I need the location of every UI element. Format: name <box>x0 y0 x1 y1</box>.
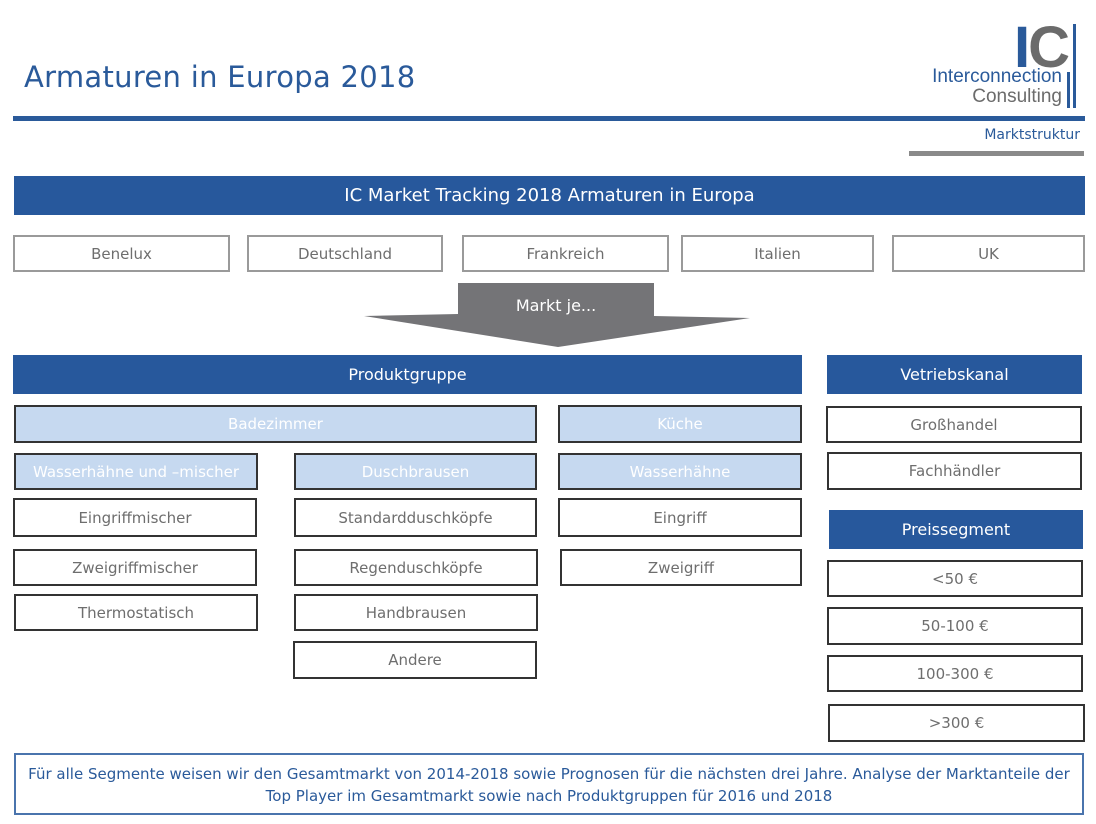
footer-note: Für alle Segmente weisen wir den Gesamtm… <box>14 753 1084 815</box>
page-title: Armaturen in Europa 2018 <box>24 60 416 94</box>
logo-bar <box>1067 72 1070 108</box>
vertriebskanal-header: Vetriebskanal <box>827 355 1082 394</box>
item-andere: Andere <box>293 641 537 679</box>
item-handbrausen: Handbrausen <box>294 594 538 631</box>
region-benelux: Benelux <box>13 235 230 272</box>
logo-text-line1: Interconnection <box>932 66 1062 87</box>
arrow-label: Markt je... <box>515 296 597 315</box>
price-under-50: <50 € <box>827 560 1083 597</box>
region-deutschland: Deutschland <box>247 235 443 272</box>
section-divider <box>909 151 1084 156</box>
item-thermostatisch: Thermostatisch <box>14 594 258 631</box>
arrow-shape <box>364 283 750 347</box>
price-100-300: 100-300 € <box>827 655 1083 692</box>
item-standardduschkoepfe: Standardduschköpfe <box>294 498 537 537</box>
region-uk: UK <box>892 235 1085 272</box>
category-badezimmer: Badezimmer <box>14 405 537 443</box>
item-zweigriff: Zweigriff <box>560 549 802 586</box>
subcategory-wasserhaehne-mischer: Wasserhähne und –mischer <box>14 453 258 490</box>
item-eingriff: Eingriff <box>558 498 802 537</box>
company-logo: IC Interconnection Consulting <box>900 19 1090 112</box>
channel-fachhaendler: Fachhändler <box>827 452 1082 490</box>
header-divider <box>13 116 1085 121</box>
main-banner: IC Market Tracking 2018 Armaturen in Eur… <box>14 176 1085 215</box>
item-zweigriffmischer: Zweigriffmischer <box>13 549 257 586</box>
subcategory-duschbrausen: Duschbrausen <box>294 453 537 490</box>
category-kueche: Küche <box>558 405 802 443</box>
preissegment-header: Preissegment <box>829 510 1083 549</box>
region-frankreich: Frankreich <box>462 235 669 272</box>
logo-bar <box>1073 24 1076 108</box>
section-label: Marktstruktur <box>984 127 1080 143</box>
item-regenduschkoepfe: Regenduschköpfe <box>294 549 538 586</box>
channel-grosshandel: Großhandel <box>826 406 1082 443</box>
region-italien: Italien <box>681 235 874 272</box>
price-over-300: >300 € <box>828 704 1085 742</box>
price-50-100: 50-100 € <box>827 607 1083 645</box>
subcategory-kueche-wasserhaehne: Wasserhähne <box>558 453 802 490</box>
down-arrow-icon <box>364 283 750 347</box>
item-eingriffmischer: Eingriffmischer <box>13 498 257 537</box>
logo-text-line2: Consulting <box>972 86 1062 107</box>
produktgruppe-header: Produktgruppe <box>13 355 802 394</box>
